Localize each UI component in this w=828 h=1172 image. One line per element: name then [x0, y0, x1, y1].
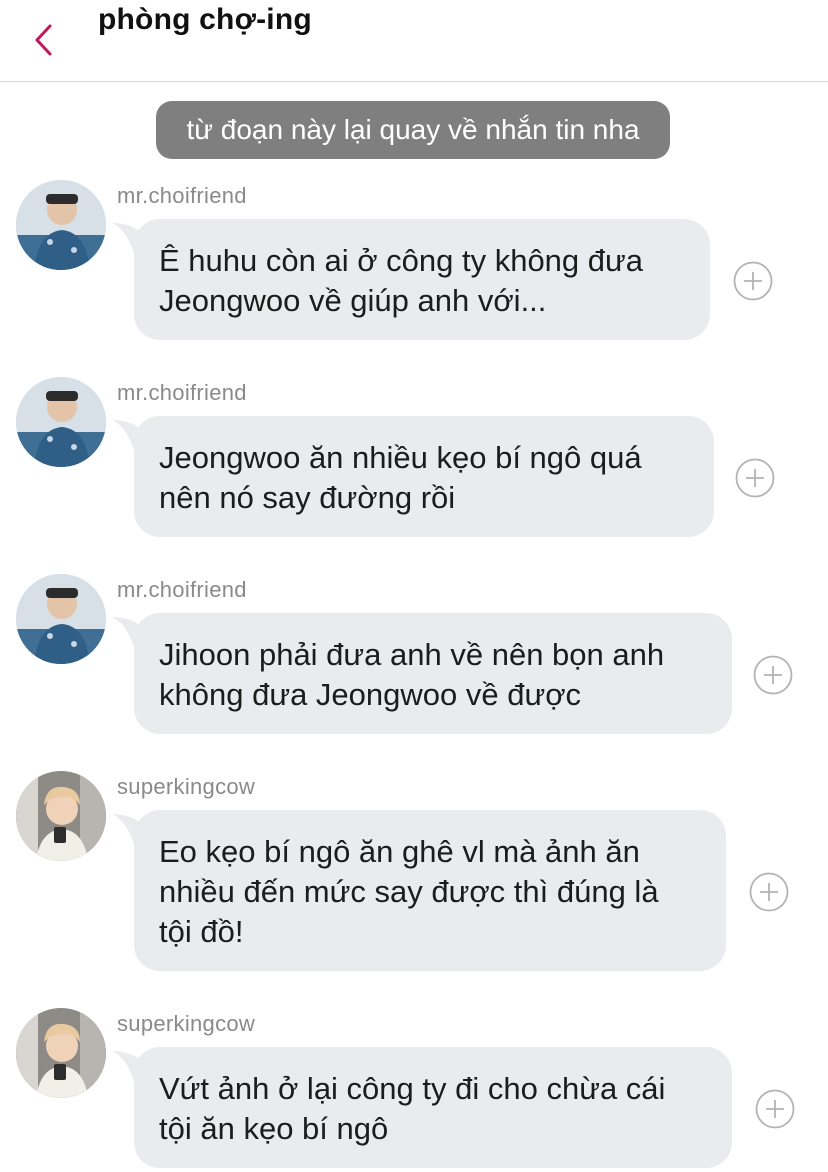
message-bubble: Ê huhu còn ai ở công ty không đưa Jeongw…	[112, 219, 710, 340]
avatar-image-icon	[16, 771, 106, 861]
avatar[interactable]	[16, 1008, 106, 1098]
add-reaction-icon[interactable]	[735, 458, 775, 498]
message-text: tội đồ!	[159, 914, 244, 949]
bubble-tail	[112, 814, 152, 844]
sender-name: superkingcow	[117, 1011, 256, 1036]
message-text: tội ăn kẹo bí ngô	[159, 1111, 389, 1146]
avatar[interactable]	[16, 574, 106, 664]
avatar-image-icon	[16, 1008, 106, 1098]
chat-title: phòng chợ-ing	[98, 3, 312, 36]
message-text: Ê huhu còn ai ở công ty không đưa	[159, 243, 644, 278]
sender-name: mr.choifriend	[117, 183, 247, 208]
back-button[interactable]	[26, 20, 62, 60]
bubble-tail	[112, 420, 152, 450]
bubble-tail	[112, 223, 152, 253]
message-bubble: Vứt ảnh ở lại công ty đi cho chừa cái tộ…	[112, 1047, 732, 1168]
message-text: Jeongwoo ăn nhiều kẹo bí ngô quá	[159, 440, 642, 475]
sender-name: mr.choifriend	[117, 380, 247, 405]
message-text: Jihoon phải đưa anh về nên bọn anh	[159, 637, 665, 672]
avatar-image-icon	[16, 574, 106, 664]
add-reaction-icon[interactable]	[753, 655, 793, 695]
message-text: Jeongwoo về giúp anh với...	[159, 283, 547, 318]
message-bubble: Eo kẹo bí ngô ăn ghê vl mà ảnh ăn nhiều …	[112, 810, 726, 971]
message-text: Eo kẹo bí ngô ăn ghê vl mà ảnh ăn	[159, 834, 640, 869]
sender-name: superkingcow	[117, 774, 256, 799]
add-reaction-icon[interactable]	[755, 1089, 795, 1129]
sender-name: mr.choifriend	[117, 577, 247, 602]
avatar[interactable]	[16, 771, 106, 861]
message-text: nhiều đến mức say được thì đúng là	[159, 874, 659, 909]
avatar[interactable]	[16, 180, 106, 270]
add-reaction-icon[interactable]	[749, 872, 789, 912]
bubble-tail	[112, 617, 152, 647]
avatar[interactable]	[16, 377, 106, 467]
message-text: không đưa Jeongwoo về được	[159, 677, 582, 712]
add-reaction-icon[interactable]	[733, 261, 773, 301]
message-text: Vứt ảnh ở lại công ty đi cho chừa cái	[159, 1071, 666, 1106]
chevron-left-icon	[35, 24, 52, 56]
chat-header: phòng chợ-ing	[0, 0, 828, 82]
message-text: nên nó say đường rồi	[159, 480, 456, 515]
message-bubble: Jeongwoo ăn nhiều kẹo bí ngô quá nên nó …	[112, 416, 714, 537]
avatar-image-icon	[16, 377, 106, 467]
system-message: từ đoạn này lại quay về nhắn tin nha	[156, 101, 670, 159]
bubble-tail	[112, 1051, 152, 1081]
avatar-image-icon	[16, 180, 106, 270]
message-bubble: Jihoon phải đưa anh về nên bọn anh không…	[112, 613, 732, 734]
